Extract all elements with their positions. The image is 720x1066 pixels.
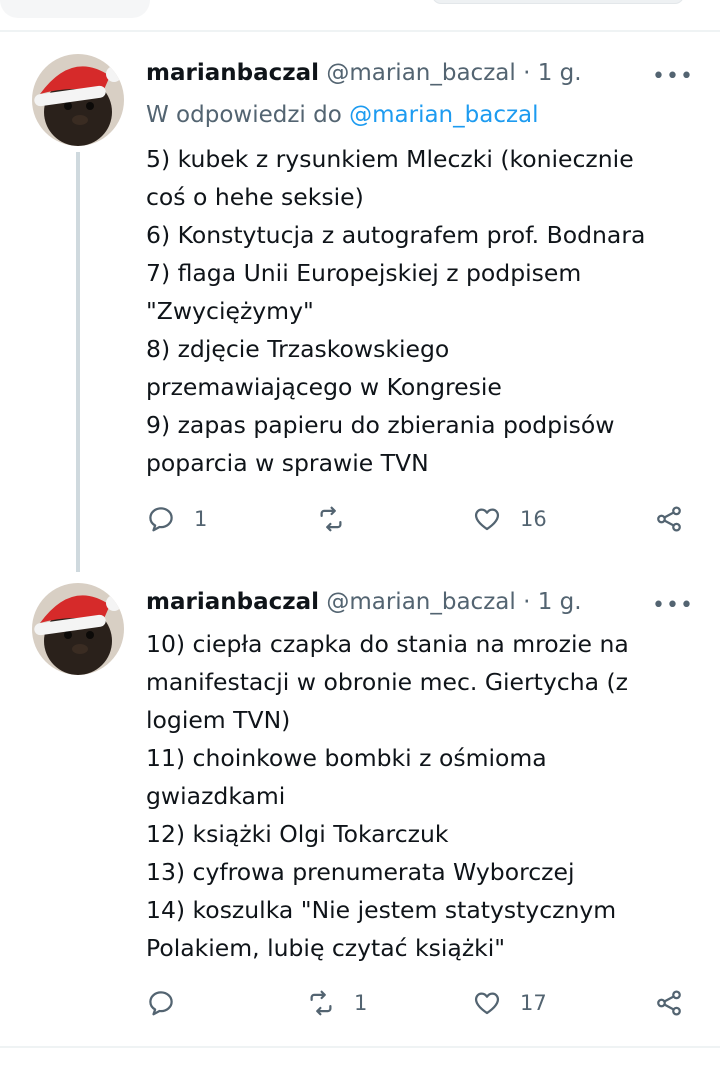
share-button[interactable] <box>654 988 684 1018</box>
text-line: "Zwyciężymy" <box>146 297 314 325</box>
divider <box>0 1046 720 1048</box>
action-bar: 1 17 <box>0 988 720 1028</box>
text-line: 7) flaga Unii Europejskiej z podpisem <box>146 259 582 287</box>
avatar-image <box>32 583 124 675</box>
text-line: coś o hehe seksie) <box>146 183 364 211</box>
separator: · <box>523 589 531 615</box>
tweet-text: 5) kubek z rysunkiem Mleczki (koniecznie… <box>146 140 706 482</box>
text-line: 11) choinkowe bombki z ośmioma <box>146 744 547 772</box>
text-line: poparcia w sprawie TVN <box>146 449 429 477</box>
handle[interactable]: @marian_baczal <box>326 60 515 86</box>
like-count: 16 <box>520 507 547 531</box>
handle[interactable]: @marian_baczal <box>326 589 515 615</box>
avatar[interactable] <box>32 583 124 675</box>
reply-mention-link[interactable]: @marian_baczal <box>349 102 538 128</box>
text-line: gwiazdkami <box>146 782 286 810</box>
timestamp[interactable]: 1 g. <box>538 60 582 86</box>
top-partial-bar <box>0 0 720 30</box>
retweet-icon <box>310 990 332 1016</box>
text-line: 14) koszulka "Nie jestem statystycznym <box>146 896 617 924</box>
text-line: manifestacji w obronie mec. Giertycha (z <box>146 668 628 696</box>
top-partial-button[interactable] <box>432 0 684 4</box>
divider <box>0 30 720 32</box>
text-line: 12) książki Olgi Tokarczuk <box>146 820 449 848</box>
more-icon[interactable]: ••• <box>652 64 694 89</box>
tweet-text: 10) ciepła czapka do stania na mrozie na… <box>146 625 706 967</box>
heart-icon <box>474 992 500 1015</box>
reply-button[interactable] <box>146 988 194 1018</box>
retweet-button[interactable] <box>316 504 364 534</box>
display-name[interactable]: marianbaczal <box>146 589 319 615</box>
retweet-count: 1 <box>354 991 368 1015</box>
reply-prefix: W odpowiedzi do <box>146 102 342 128</box>
text-line: Polakiem, lubię czytać książki" <box>146 934 506 962</box>
heart-icon <box>474 508 500 531</box>
text-line: 8) zdjęcie Trzaskowskiego <box>146 335 450 363</box>
reply-icon <box>149 507 173 532</box>
reply-button[interactable]: 1 <box>146 504 207 534</box>
top-partial-element <box>0 0 150 18</box>
text-line: 13) cyfrowa prenumerata Wyborczej <box>146 858 575 886</box>
reply-count: 1 <box>194 507 208 531</box>
text-line: przemawiającego w Kongresie <box>146 373 502 401</box>
text-line: logiem TVN) <box>146 706 291 734</box>
text-line: 10) ciepła czapka do stania na mrozie na <box>146 630 629 658</box>
like-count: 17 <box>520 991 547 1015</box>
share-icon <box>657 990 681 1016</box>
tweet-header: marianbaczal @marian_baczal · 1 g. <box>146 60 582 86</box>
separator: · <box>523 60 531 86</box>
retweet-icon <box>320 506 342 532</box>
display-name[interactable]: marianbaczal <box>146 60 319 86</box>
action-bar: 1 16 <box>0 504 720 544</box>
retweet-button[interactable]: 1 <box>306 988 367 1018</box>
avatar-image <box>32 54 124 146</box>
text-line: 6) Konstytucja z autografem prof. Bodnar… <box>146 221 646 249</box>
share-icon <box>657 506 681 532</box>
text-line: 5) kubek z rysunkiem Mleczki (koniecznie <box>146 145 634 173</box>
text-line: 9) zapas papieru do zbierania podpisów <box>146 411 615 439</box>
share-button[interactable] <box>654 504 684 534</box>
like-button[interactable]: 17 <box>472 988 547 1018</box>
more-icon[interactable]: ••• <box>652 593 694 618</box>
tweet-header: marianbaczal @marian_baczal · 1 g. <box>146 589 582 615</box>
timestamp[interactable]: 1 g. <box>538 589 582 615</box>
tweet[interactable]: marianbaczal @marian_baczal · 1 g. ••• W… <box>0 54 720 572</box>
avatar[interactable] <box>32 54 124 146</box>
reply-icon <box>149 991 173 1016</box>
tweet[interactable]: marianbaczal @marian_baczal · 1 g. ••• 1… <box>0 583 720 1023</box>
like-button[interactable]: 16 <box>472 504 547 534</box>
reply-context: W odpowiedzi do @marian_baczal <box>146 102 539 128</box>
